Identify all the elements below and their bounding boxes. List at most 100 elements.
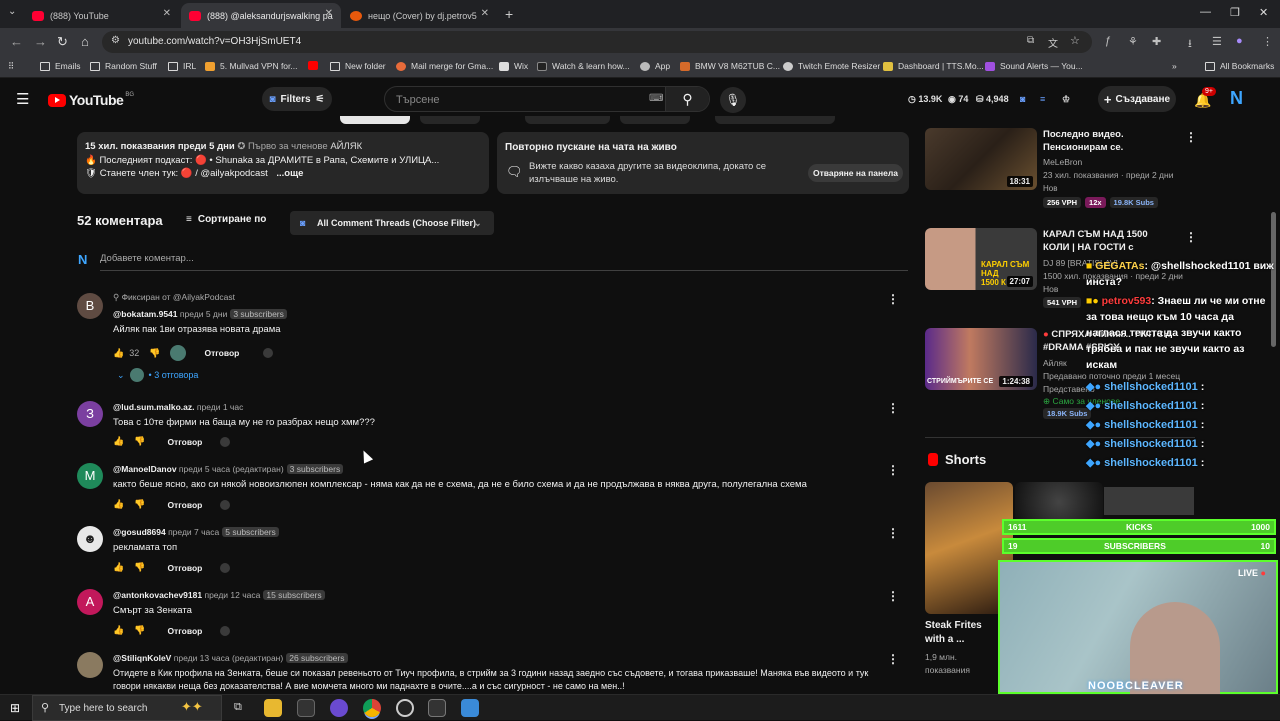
avatar[interactable]: B <box>77 293 103 319</box>
bookmark-wix[interactable]: Wix <box>499 61 528 71</box>
restore-icon[interactable]: ❐ <box>1230 6 1240 19</box>
download-icon[interactable]: ⭳ <box>1188 35 1192 54</box>
avatar[interactable]: A <box>77 589 103 615</box>
dislike-icon[interactable]: 👎 <box>134 625 145 636</box>
more-bookmarks-icon[interactable]: » <box>1172 61 1177 71</box>
reload-icon[interactable]: ↻ <box>57 34 68 50</box>
site-info-icon[interactable]: ⚙ <box>111 35 120 46</box>
reply-button[interactable]: Отговор <box>204 348 239 358</box>
extension-icon[interactable]: ◙ <box>1020 94 1025 104</box>
extension-fx-icon[interactable]: ƒ <box>1105 35 1111 47</box>
comment-time[interactable]: преди 7 часа <box>168 527 219 537</box>
comment-author[interactable]: @lud.sum.malko.az. <box>113 402 195 412</box>
reply-button[interactable]: Отговор <box>167 500 202 510</box>
reply-icon[interactable] <box>220 562 231 573</box>
close-tab-icon[interactable]: ✕ <box>163 8 171 19</box>
comment-menu-icon[interactable]: ⋮ <box>887 589 899 603</box>
video-title[interactable]: Последно видео. Пенсионирам се. <box>1043 128 1175 154</box>
video-menu-icon[interactable]: ⋮ <box>1185 130 1197 144</box>
browser-tab-youtube[interactable]: (888) YouTube ✕ <box>24 3 179 28</box>
create-button[interactable]: + Създаване <box>1098 86 1176 112</box>
description-box[interactable]: 15 хил. показвания преди 5 дни ✪ Първо з… <box>77 132 489 194</box>
app-icon[interactable] <box>461 699 479 717</box>
view-replies-button[interactable]: ⌄ • 3 отговора <box>117 368 198 382</box>
add-comment-input[interactable]: Добавете коментар... <box>100 253 908 271</box>
voice-search-mic-icon[interactable]: 🎙 <box>720 87 746 113</box>
comment-time[interactable]: преди 5 часа (редактиран) <box>179 464 284 474</box>
comment-time[interactable]: преди 12 часа <box>204 590 260 600</box>
url-input[interactable]: ⚙ youtube.com/watch?v=OH3HjSmUET4 ⧉ 文 ☆ <box>102 31 1092 53</box>
avatar[interactable]: M <box>77 463 103 489</box>
bookmark-sound-alerts[interactable]: Sound Alerts — You... <box>985 61 1083 71</box>
keyboard-icon[interactable]: ⌨ <box>649 93 663 104</box>
filters-button[interactable]: ◙ Filters ⚟ <box>262 87 332 111</box>
windows-start-icon[interactable]: ⊞ <box>10 701 20 715</box>
browser-tab-cover[interactable]: нещо (Cover) by dj.petrov5 ✕ <box>342 3 497 28</box>
video-channel[interactable]: Айляк <box>1043 358 1067 368</box>
comment-author[interactable]: @antonkovachev9181 <box>113 590 202 600</box>
apps-icon[interactable]: ⠿ <box>8 61 14 72</box>
reply-button[interactable]: Отговор <box>167 437 202 447</box>
reply-icon[interactable] <box>263 348 274 358</box>
video-thumbnail[interactable]: 18:31 <box>925 128 1037 190</box>
action-pill[interactable] <box>340 116 410 124</box>
chrome-icon[interactable] <box>363 699 381 717</box>
show-more-link[interactable]: ...още <box>276 168 303 179</box>
app-icon[interactable] <box>428 699 446 717</box>
action-pill[interactable] <box>525 116 610 124</box>
install-icon[interactable]: ⧉ <box>1027 35 1034 46</box>
list-icon[interactable]: ≡ <box>1040 94 1045 104</box>
comment-time[interactable]: преди 5 дни <box>180 309 227 319</box>
bookmark-mullvad[interactable]: 5. Mullvad VPN for... <box>205 61 297 71</box>
dislike-icon[interactable]: 👎 <box>134 562 145 573</box>
bookmark-youtube[interactable] <box>308 61 323 70</box>
forward-icon[interactable]: → <box>34 34 47 49</box>
bookmark-irl[interactable]: IRL <box>168 61 196 71</box>
short-thumbnail[interactable] <box>1015 482 1103 522</box>
puzzle-icon[interactable]: ✚ <box>1152 35 1161 48</box>
youtube-logo[interactable]: YouTube BG <box>48 92 134 108</box>
profile-icon[interactable]: ● <box>1236 35 1243 47</box>
obs-icon[interactable] <box>396 699 414 717</box>
like-icon[interactable]: 👍 <box>113 499 124 510</box>
bookmark-watch-learn[interactable]: Watch & learn how... <box>537 61 630 71</box>
search-button[interactable]: ⚲ <box>665 87 709 111</box>
bookmark-twitch-emote[interactable]: Twitch Emote Resizer <box>783 61 880 71</box>
taskbar-search-input[interactable]: ⚲ Type here to search ✦✦ <box>32 695 222 721</box>
comment-time[interactable]: преди 1 час <box>197 402 243 412</box>
avatar[interactable]: З <box>77 401 103 427</box>
comment-author[interactable]: @ManoelDanov <box>113 464 177 474</box>
search-input[interactable]: Търсене <box>396 94 440 106</box>
reply-button[interactable]: Отговор <box>167 563 202 573</box>
comment-menu-icon[interactable]: ⋮ <box>887 401 899 415</box>
search-box[interactable]: Търсене ⌨ ⚲ <box>384 86 710 112</box>
video-menu-icon[interactable]: ⋮ <box>1185 230 1197 244</box>
task-view-icon[interactable]: ⧉ <box>234 701 242 714</box>
close-tab-icon[interactable]: ✕ <box>481 8 489 19</box>
video-title[interactable]: КАРАЛ СЪМ НАД 1500 КОЛИ | НА ГОСТИ с <box>1043 228 1175 254</box>
comment-author[interactable]: @gosud8694 <box>113 527 166 537</box>
reply-icon[interactable] <box>220 436 231 447</box>
notifications-bell-icon[interactable]: 🔔 9+ <box>1194 87 1216 109</box>
bookmark-random-stuff[interactable]: Random Stuff <box>90 61 157 71</box>
app-icon[interactable] <box>297 699 315 717</box>
tab-search-icon[interactable]: ⌄ <box>8 6 16 17</box>
action-pill[interactable] <box>715 116 835 124</box>
short-title[interactable]: Steak Frites with a ... <box>925 619 993 647</box>
bookmark-emails[interactable]: Emails <box>40 61 81 71</box>
hamburger-menu-icon[interactable]: ☰ <box>16 90 29 108</box>
all-bookmarks[interactable]: All Bookmarks <box>1205 61 1274 71</box>
avatar[interactable] <box>77 652 103 678</box>
minimize-icon[interactable]: — <box>1200 6 1211 18</box>
reply-icon[interactable] <box>220 625 231 636</box>
bookmark-star-icon[interactable]: ☆ <box>1070 34 1080 47</box>
comment-filter-select[interactable]: ◙ All Comment Threads (Choose Filter) ⌄ <box>290 211 494 235</box>
comment-menu-icon[interactable]: ⋮ <box>887 652 899 666</box>
close-tab-icon[interactable]: ✕ <box>325 8 333 19</box>
action-pill[interactable] <box>420 116 480 124</box>
new-tab-icon[interactable]: + <box>505 6 513 22</box>
like-icon[interactable]: 👍 <box>113 348 124 359</box>
menu-icon[interactable]: ⋮ <box>1262 35 1273 48</box>
bookmark-dashboard[interactable]: Dashboard | TTS.Mo... <box>883 61 984 71</box>
dislike-icon[interactable]: 👎 <box>149 348 160 359</box>
